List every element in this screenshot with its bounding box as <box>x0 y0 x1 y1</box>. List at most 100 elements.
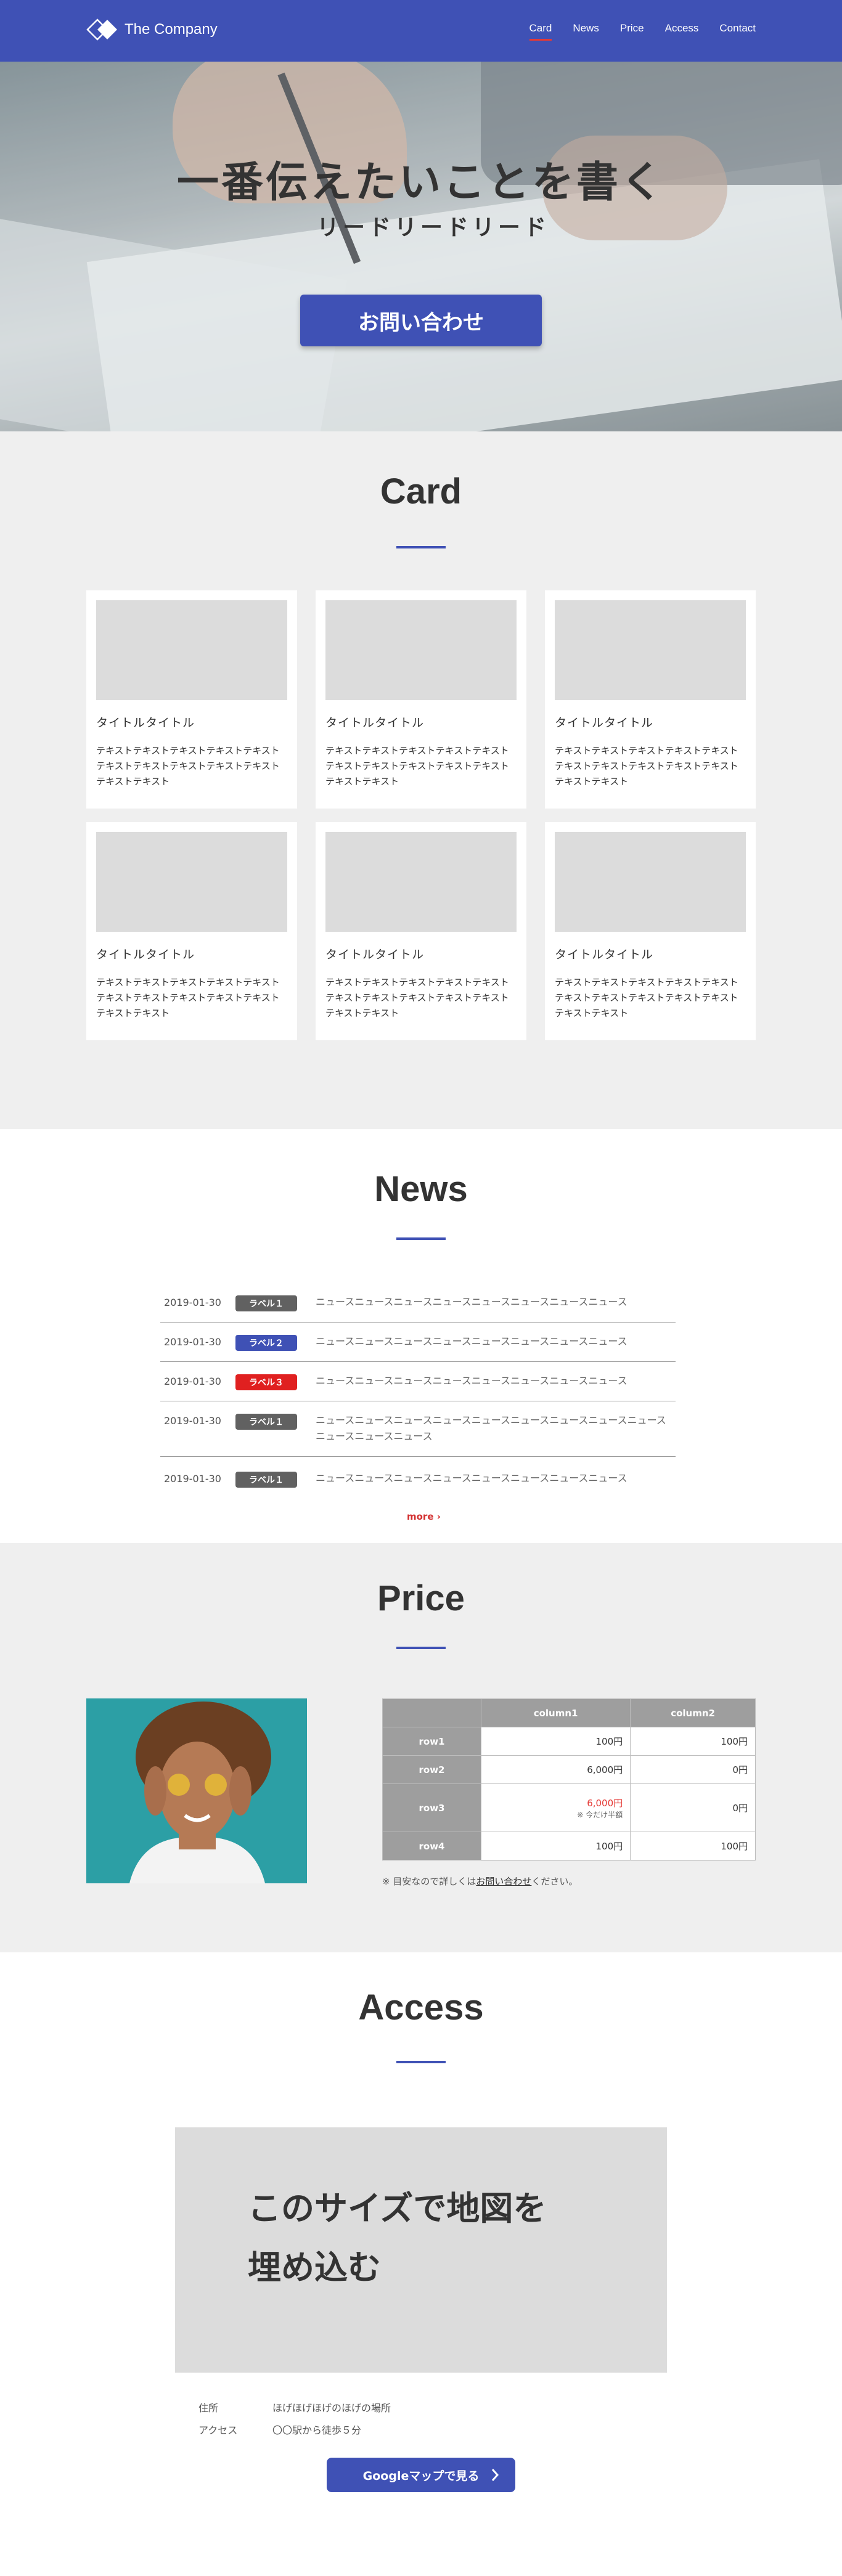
card-text: テキストテキストテキストテキストテキストテキストテキストテキストテキストテキスト… <box>555 977 738 1019</box>
card-title: タイトルタイトル <box>96 716 195 730</box>
news-date: 2019-01-30 <box>164 1473 221 1485</box>
card[interactable]: タイトルタイトル テキストテキストテキストテキストテキストテキストテキストテキス… <box>316 822 526 1040</box>
card-image <box>325 600 517 700</box>
nav-price[interactable]: Price <box>620 22 644 41</box>
card-image <box>325 832 517 932</box>
table-corner <box>382 1698 481 1727</box>
table-cell: 6,000円 <box>480 1755 631 1784</box>
logo-text: The Company <box>125 21 218 38</box>
logo[interactable]: The Company <box>86 18 218 41</box>
section-title: News <box>374 1169 468 1209</box>
news-row[interactable]: 2019-01-30 ラベル１ ニュースニュースニュースニュースニュースニュース… <box>160 1401 676 1457</box>
section-title: Access <box>358 1987 484 2028</box>
nav-card[interactable]: Card <box>529 22 552 41</box>
contact-link[interactable]: お問い合わせ <box>476 1876 531 1887</box>
page: The Company Card News Price Access Conta… <box>0 0 842 2576</box>
table-cell: 100円 <box>480 1832 631 1861</box>
table-cell: 100円 <box>630 1727 756 1756</box>
news-text: ニュースニュースニュースニュースニュースニュースニュースニュース <box>316 1335 627 1347</box>
price-table: column1 column2 row1 100円 100円 row2 6,00… <box>382 1698 756 1861</box>
card-text: テキストテキストテキストテキストテキストテキストテキストテキストテキストテキスト… <box>325 745 509 787</box>
google-map-button[interactable]: Googleマップで見る <box>327 2458 515 2492</box>
access-section: Access このサイズで地図を 埋め込む 住所 ほげほげほげのほげの場所 アク… <box>0 1952 842 2576</box>
news-text: ニュースニュースニュースニュースニュースニュースニュースニュース <box>316 1472 627 1484</box>
nav-contact[interactable]: Contact <box>719 22 756 41</box>
card[interactable]: タイトルタイトル テキストテキストテキストテキストテキストテキストテキストテキス… <box>86 590 297 809</box>
section-underline <box>396 1237 446 1240</box>
news-date: 2019-01-30 <box>164 1297 221 1308</box>
hero-lead: リードリードリード <box>316 215 550 240</box>
address-label: 住所 <box>198 2402 219 2414</box>
main-nav: Card News Price Access Contact <box>529 22 756 41</box>
news-row[interactable]: 2019-01-30 ラベル３ ニュースニュースニュースニュースニュースニュース… <box>160 1362 676 1401</box>
card-image <box>555 832 746 932</box>
table-cell: 0円 <box>630 1783 756 1832</box>
card-text: テキストテキストテキストテキストテキストテキストテキストテキストテキストテキスト… <box>555 745 738 787</box>
discount-note: ※ 今だけ半額 <box>577 1810 623 1819</box>
section-underline <box>396 546 446 548</box>
table-header: column1 <box>480 1698 631 1727</box>
price-note: ※ 目安なので詳しくはお問い合わせください。 <box>382 1875 578 1888</box>
news-label: ラベル１ <box>235 1472 297 1488</box>
price-section: Price column1 column2 row1 100円 100円 row… <box>0 1543 842 1952</box>
woman-with-coins-image <box>86 1698 307 1883</box>
more-link[interactable]: more › <box>407 1511 441 1522</box>
chevron-right-icon: › <box>436 1511 441 1522</box>
nav-access[interactable]: Access <box>665 22 699 41</box>
card-section: Card タイトルタイトル テキストテキストテキストテキストテキストテキストテキ… <box>0 431 842 1129</box>
card-title: タイトルタイトル <box>96 948 195 961</box>
discount-price: 6,000円 <box>587 1797 623 1809</box>
table-row: row2 6,000円 0円 <box>382 1755 756 1784</box>
news-row[interactable]: 2019-01-30 ラベル２ ニュースニュースニュースニュースニュースニュース… <box>160 1323 676 1362</box>
news-text: ニュースニュースニュースニュースニュースニュースニュースニュースニュースニュース… <box>316 1414 666 1442</box>
hero-overlay <box>0 62 842 431</box>
card-text: テキストテキストテキストテキストテキストテキストテキストテキストテキストテキスト… <box>96 745 280 787</box>
table-cell: 6,000円 ※ 今だけ半額 <box>480 1783 631 1832</box>
map-placeholder-text: このサイズで地図を 埋め込む <box>248 2189 547 2287</box>
section-underline <box>396 1647 446 1649</box>
card[interactable]: タイトルタイトル テキストテキストテキストテキストテキストテキストテキストテキス… <box>545 590 756 809</box>
news-date: 2019-01-30 <box>164 1336 221 1348</box>
table-row: row3 6,000円 ※ 今だけ半額 0円 <box>382 1783 756 1832</box>
card-image <box>555 600 746 700</box>
google-map-button-label: Googleマップで見る <box>362 2469 480 2483</box>
address-value: ほげほげほげのほげの場所 <box>272 2402 391 2414</box>
contact-button[interactable]: お問い合わせ <box>300 295 542 346</box>
more-link-label: more <box>407 1511 434 1522</box>
access-value: 〇〇駅から徒歩５分 <box>272 2424 362 2436</box>
section-underline <box>396 2061 446 2063</box>
chevron-right-icon <box>491 2469 499 2481</box>
table-cell: 100円 <box>480 1727 631 1756</box>
news-text: ニュースニュースニュースニュースニュースニュースニュースニュース <box>316 1375 627 1387</box>
card-image <box>96 832 287 932</box>
news-date: 2019-01-30 <box>164 1415 221 1427</box>
nav-news[interactable]: News <box>573 22 599 41</box>
card-title: タイトルタイトル <box>555 716 654 730</box>
news-label: ラベル２ <box>235 1335 297 1351</box>
access-label: アクセス <box>198 2424 238 2436</box>
news-section: News 2019-01-30 ラベル１ ニュースニュースニュースニュースニュー… <box>0 1129 842 1543</box>
diamond-logo-icon <box>86 18 117 41</box>
table-cell: 0円 <box>630 1755 756 1784</box>
news-label: ラベル３ <box>235 1374 297 1390</box>
price-photo <box>86 1698 307 1883</box>
row-header: row3 <box>382 1783 481 1832</box>
site-header: The Company Card News Price Access Conta… <box>0 0 842 62</box>
card-title: タイトルタイトル <box>325 716 425 730</box>
card-title: タイトルタイトル <box>325 948 425 961</box>
news-row[interactable]: 2019-01-30 ラベル１ ニュースニュースニュースニュースニュースニュース… <box>160 1457 676 1500</box>
news-row[interactable]: 2019-01-30 ラベル１ ニュースニュースニュースニュースニュースニュース… <box>160 1287 676 1323</box>
table-row: row1 100円 100円 <box>382 1727 756 1756</box>
card[interactable]: タイトルタイトル テキストテキストテキストテキストテキストテキストテキストテキス… <box>545 822 756 1040</box>
hero: 一番伝えたいことを書く リードリードリード お問い合わせ <box>0 62 842 431</box>
card[interactable]: タイトルタイトル テキストテキストテキストテキストテキストテキストテキストテキス… <box>316 590 526 809</box>
card-image <box>96 600 287 700</box>
card[interactable]: タイトルタイトル テキストテキストテキストテキストテキストテキストテキストテキス… <box>86 822 297 1040</box>
table-header: column2 <box>630 1698 756 1727</box>
price-note-suffix: ください。 <box>531 1876 578 1887</box>
price-note-prefix: ※ 目安なので詳しくは <box>382 1876 476 1887</box>
card-title: タイトルタイトル <box>555 948 654 961</box>
map-placeholder[interactable]: このサイズで地図を 埋め込む <box>175 2127 667 2373</box>
news-label: ラベル１ <box>235 1414 297 1430</box>
news-text: ニュースニュースニュースニュースニュースニュースニュースニュース <box>316 1296 627 1308</box>
